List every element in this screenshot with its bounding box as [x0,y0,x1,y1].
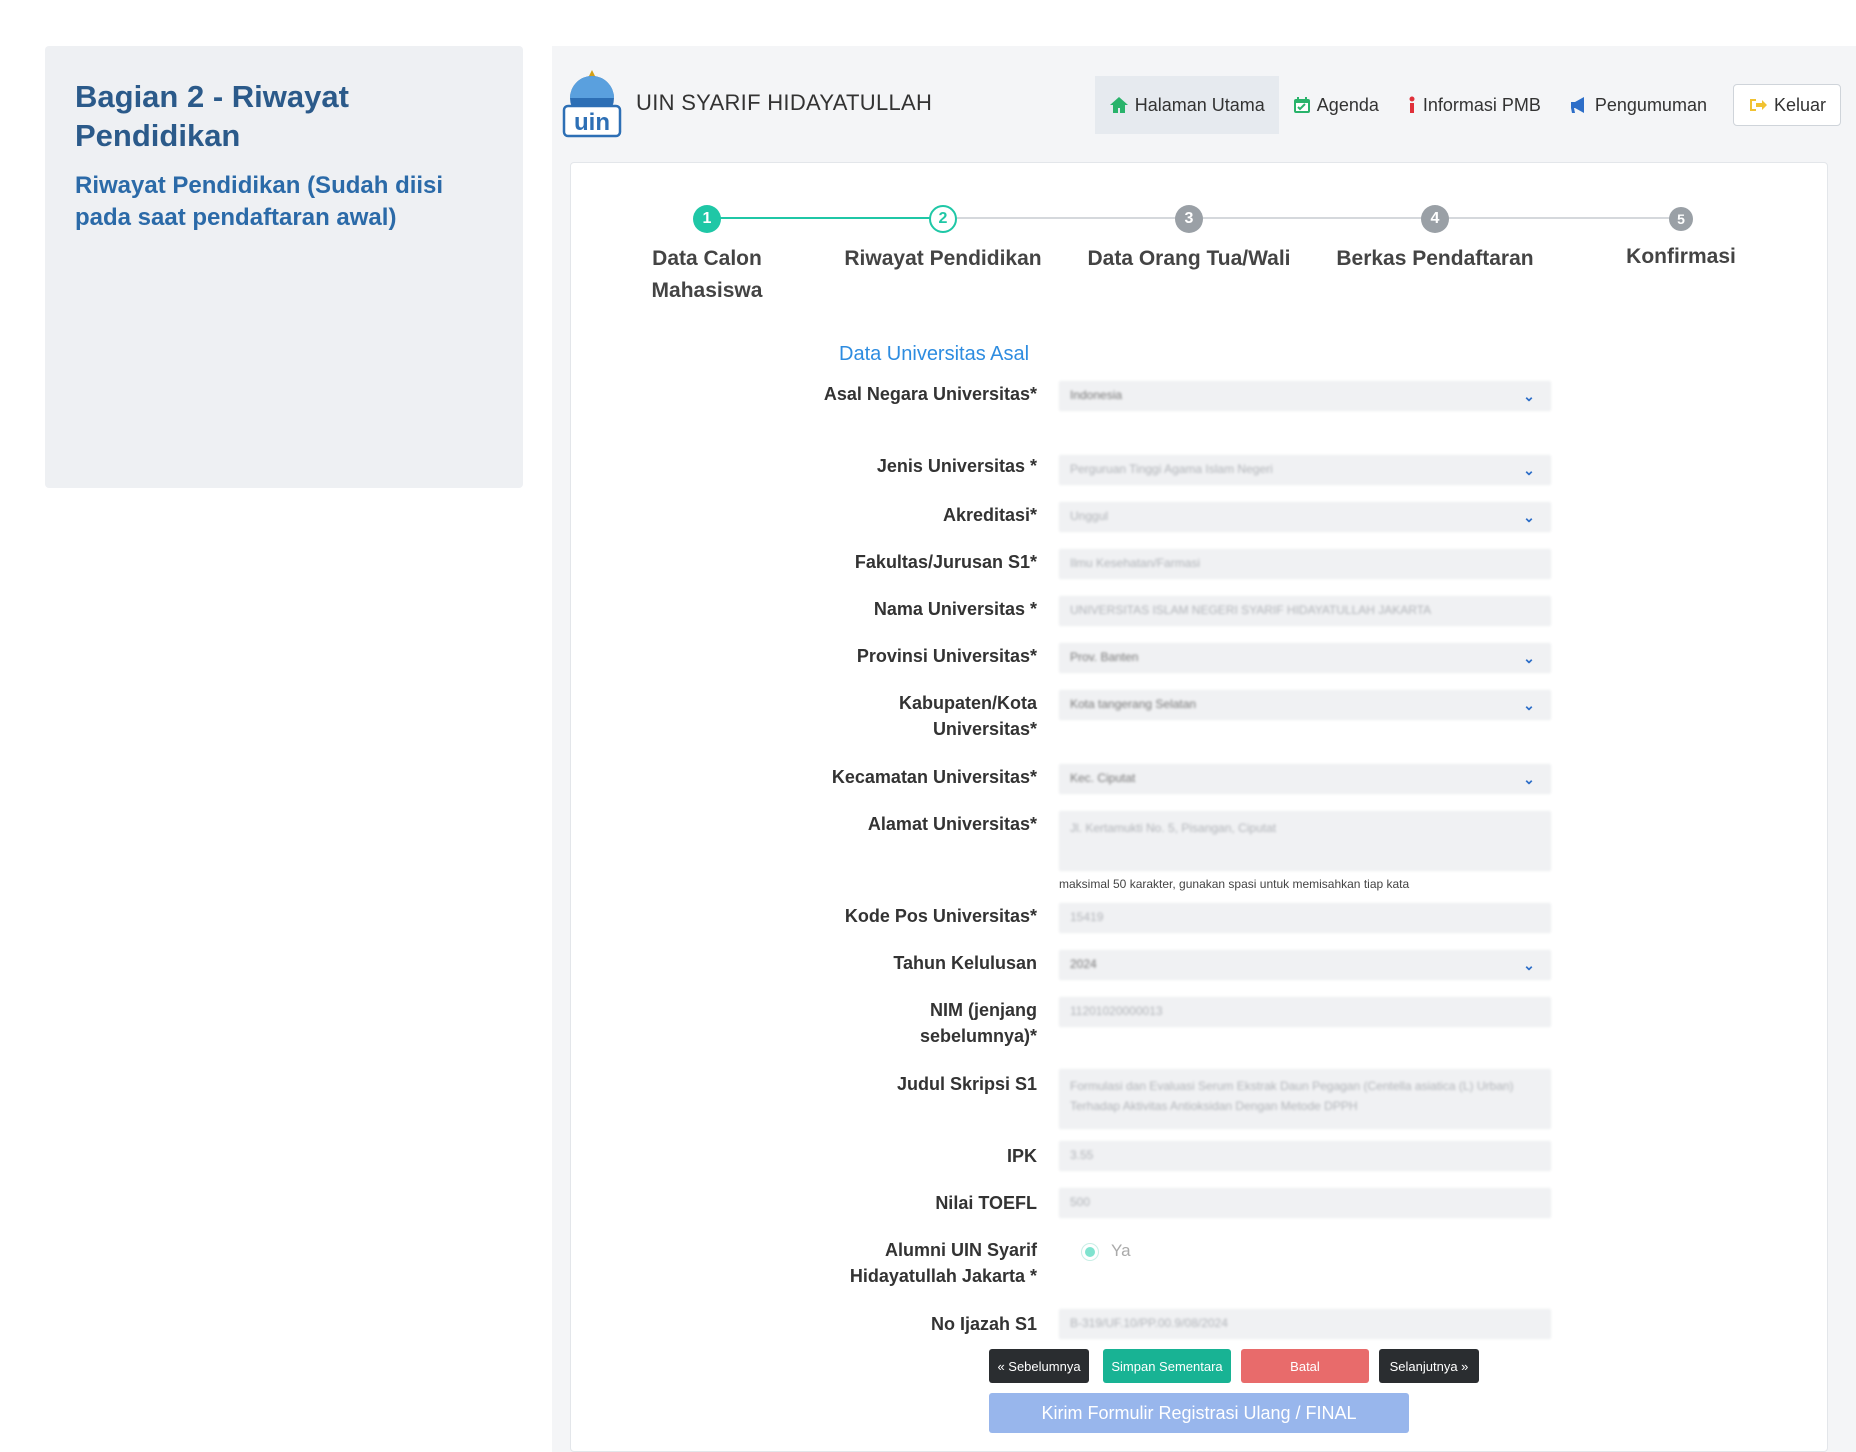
logout-button[interactable]: Keluar [1732,84,1841,126]
chevron-down-icon: ⌄ [1523,650,1535,666]
next-button[interactable]: Selanjutnya » [1379,1349,1479,1383]
postal-code-label: Kode Pos Universitas* [844,906,1037,926]
logo-text: uin [574,109,610,136]
nav-home[interactable]: Halaman Utama [1094,76,1279,134]
address-textarea[interactable]: Jl. Kertamukti No. 5, Pisangan, Ciputat [1059,811,1551,871]
country-label: Asal Negara Universitas* [823,384,1037,404]
address-label: Alamat Universitas* [867,814,1037,834]
radio-dot [1085,1247,1095,1257]
nav-agenda[interactable]: Agenda [1279,76,1393,134]
step-data-calon-mahasiswa[interactable]: 1 Data Calon Mahasiswa [587,205,827,306]
accreditation-select[interactable]: Unggul [1059,502,1551,532]
district-select[interactable]: Kec. Ciputat [1059,764,1551,794]
alumni-radio-yes[interactable] [1081,1243,1099,1261]
province-label: Provinsi Universitas* [856,646,1037,666]
nav-agenda-label: Agenda [1316,94,1379,115]
graduation-year-select[interactable]: 2024 [1059,950,1551,980]
section-heading: Data Universitas Asal [839,343,1030,365]
step-label: Riwayat Pendidikan [844,247,1042,270]
step-riwayat-pendidikan[interactable]: 2 Riwayat Pendidikan [823,205,1063,275]
step-number: 2 [929,205,957,233]
district-label: Kecamatan Universitas* [831,767,1037,787]
home-icon [1109,97,1128,113]
alumni-radio-label: Ya [1111,1241,1131,1260]
info-icon [1409,96,1415,113]
nav-announcement-label: Pengumuman [1594,94,1707,115]
province-select[interactable]: Prov. Banten [1059,643,1551,673]
section-subtitle: Riwayat Pendidikan (Sudah diisi pada saa… [75,171,444,231]
section-info-panel: Bagian 2 - Riwayat Pendidikan Riwayat Pe… [45,46,523,488]
nav-info[interactable]: Informasi PMB [1393,76,1555,134]
calendar-icon [1293,97,1310,113]
chevron-down-icon: ⌄ [1523,697,1535,713]
uin-logo[interactable]: uin [558,68,626,140]
step-label: Data Orang Tua/Wali [1087,247,1291,270]
university-name-input[interactable]: UNIVERSITAS ISLAM NEGERI SYARIF HIDAYATU… [1059,596,1551,626]
step-number: 1 [693,205,721,233]
step-label: Konfirmasi [1626,245,1736,268]
main-nav: Halaman Utama Agenda Informasi PMB Pengu… [1094,76,1841,134]
chevron-down-icon: ⌄ [1523,509,1535,525]
section-title: Bagian 2 - Riwayat Pendidikan [75,79,349,153]
step-number: 5 [1669,207,1693,231]
thesis-title-textarea[interactable]: Formulasi dan Evaluasi Serum Ekstrak Dau… [1059,1069,1551,1129]
registration-form-card: 1 Data Calon Mahasiswa 2 Riwayat Pendidi… [570,162,1828,1452]
alumni-label: Alumni UIN Syarif Hidayatullah Jakarta * [849,1240,1037,1287]
step-berkas-pendaftaran[interactable]: 4 Berkas Pendaftaran [1315,205,1555,275]
chevron-down-icon: ⌄ [1523,462,1535,478]
toefl-label: Nilai TOEFL [935,1193,1037,1213]
nim-input[interactable]: 11201020000013 [1059,997,1551,1027]
nav-info-label: Informasi PMB [1422,94,1541,115]
city-select[interactable]: Kota tangerang Selatan [1059,690,1551,720]
postal-code-input[interactable]: 15419 [1059,903,1551,933]
chevron-down-icon: ⌄ [1523,388,1535,404]
faculty-label: Fakultas/Jurusan S1* [854,552,1037,572]
save-draft-button[interactable]: Simpan Sementara [1103,1349,1231,1383]
sign-out-icon [1749,99,1767,111]
submit-final-button[interactable]: Kirim Formulir Registrasi Ulang / FINAL [989,1393,1409,1433]
university-type-select[interactable]: Perguruan Tinggi Agama Islam Negeri [1059,455,1551,485]
step-data-orang-tua[interactable]: 3 Data Orang Tua/Wali [1069,205,1309,275]
faculty-input[interactable]: Ilmu Kesehatan/Farmasi [1059,549,1551,579]
previous-button[interactable]: « Sebelumnya [989,1349,1089,1383]
chevron-down-icon: ⌄ [1523,957,1535,973]
toefl-input[interactable]: 500 [1059,1188,1551,1218]
logout-label: Keluar [1773,94,1826,115]
nav-announcement[interactable]: Pengumuman [1555,76,1721,134]
nav-home-label: Halaman Utama [1134,94,1265,115]
thesis-title-label: Judul Skripsi S1 [896,1074,1037,1094]
address-hint: maksimal 50 karakter, gunakan spasi untu… [1059,877,1410,891]
accreditation-label: Akreditasi* [942,505,1037,525]
step-number: 3 [1175,205,1203,233]
gpa-input[interactable]: 3.55 [1059,1141,1551,1171]
cancel-button[interactable]: Batal [1241,1349,1369,1383]
university-type-label: Jenis Universitas * [876,456,1037,476]
graduation-year-label: Tahun Kelulusan [893,953,1037,973]
chevron-down-icon: ⌄ [1523,771,1535,787]
diploma-number-label: No Ijazah S1 [930,1314,1037,1334]
university-name-label: Nama Universitas * [873,599,1037,619]
gpa-label: IPK [1006,1146,1037,1166]
step-number: 4 [1421,205,1449,233]
city-label: Kabupaten/Kota Universitas* [898,693,1037,740]
megaphone-icon [1570,97,1584,113]
step-label: Berkas Pendaftaran [1336,247,1534,270]
country-select[interactable]: Indonesia [1059,381,1551,411]
brand-name: UIN SYARIF HIDAYATULLAH [636,90,933,115]
step-label: Data Calon Mahasiswa [651,247,763,302]
top-header: uin UIN SYARIF HIDAYATULLAH Halaman Utam… [552,46,1856,158]
main-container: uin UIN SYARIF HIDAYATULLAH Halaman Utam… [552,46,1856,1452]
diploma-number-input[interactable]: B-319/UF.10/PP.00.9/08/2024 [1059,1309,1551,1339]
nim-label: NIM (jenjang sebelumnya)* [919,1000,1037,1047]
step-konfirmasi[interactable]: 5 Konfirmasi [1561,205,1801,273]
progress-stepper: 1 Data Calon Mahasiswa 2 Riwayat Pendidi… [571,191,1827,311]
